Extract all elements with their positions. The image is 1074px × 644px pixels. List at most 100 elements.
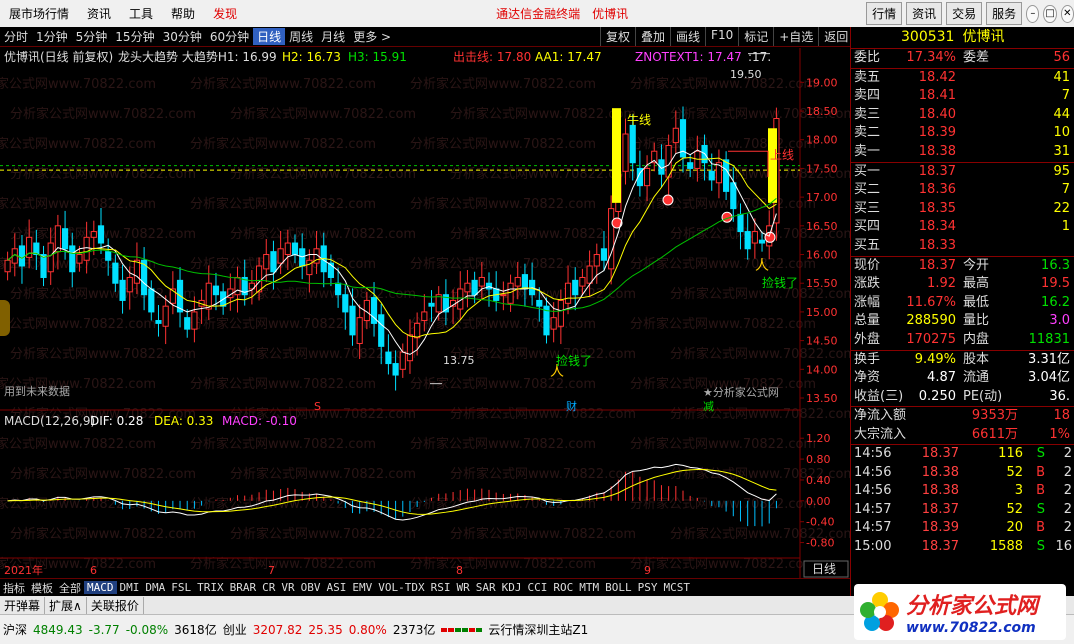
indicator-tab[interactable]: PSY [635, 581, 661, 594]
f10-button[interactable]: F10 [705, 27, 738, 46]
indicator-tab[interactable]: KDJ [499, 581, 525, 594]
candle-body [737, 213, 744, 233]
cy-index-label[interactable]: 创业 [220, 621, 250, 638]
indicator-tab[interactable]: OBV [298, 581, 324, 594]
news-button[interactable]: 资讯 [906, 2, 943, 25]
close-icon[interactable]: ✕ [1060, 4, 1074, 23]
indicator-tab[interactable]: 全部 [56, 580, 84, 596]
side-panel-toggle[interactable] [0, 300, 10, 336]
indicator-tab[interactable]: WR [453, 581, 472, 594]
add-favorite-button[interactable]: +自选 [773, 27, 818, 46]
watermark-text: 分析家公式网www.70822.com [630, 436, 816, 452]
ask-row[interactable]: 卖一 18.38 31 [851, 143, 1074, 162]
menu-item-tools[interactable]: 工具 [120, 5, 162, 22]
minimize-icon[interactable]: – [1026, 4, 1040, 23]
overlay-button[interactable]: 叠加 [635, 27, 670, 46]
indicator-tab[interactable]: SAR [473, 581, 499, 594]
period-monthly[interactable]: 月线 [317, 28, 349, 45]
ask-label: 卖二 [854, 125, 881, 141]
bid-volume: 7 [1061, 182, 1070, 198]
indicator-tab[interactable]: DMI [117, 581, 143, 594]
period-more[interactable]: 更多 > [349, 28, 395, 45]
stat-value-2: 3.0 [1049, 313, 1070, 329]
ask-row[interactable]: 卖五 18.42 41 [851, 69, 1074, 88]
indicator-tab[interactable]: 指标 [0, 580, 28, 596]
danmaku-button[interactable]: 开弹幕 [0, 596, 46, 614]
indicator-tab[interactable]: ASI [324, 581, 350, 594]
indicator-tab[interactable]: EMV [349, 581, 375, 594]
mark-button[interactable]: 标记 [738, 27, 773, 46]
tick-extra: 2 [1063, 446, 1072, 462]
indicator-tab[interactable]: DMA [142, 581, 168, 594]
stat-label-2: 内盘 [963, 331, 990, 347]
indicator-tab[interactable]: MTM [576, 581, 602, 594]
bid-row[interactable]: 买五 18.33 [851, 237, 1074, 256]
indicator-tab[interactable]: TRIX [194, 581, 227, 594]
bid-row[interactable]: 买二 18.36 7 [851, 181, 1074, 200]
watermark-text: 分析家公式网www.70822.com [230, 466, 416, 482]
indicator-tab[interactable]: 模板 [28, 580, 56, 596]
bid-row[interactable]: 买一 18.37 95 [851, 163, 1074, 182]
candle-body [392, 363, 399, 376]
server-status[interactable]: 云行情深圳主站Z1 [485, 621, 591, 638]
event-mark-reduce[interactable]: 减 [703, 400, 714, 413]
indicator-tab[interactable]: MACD [84, 581, 117, 594]
sh-index-label[interactable]: 沪深 [0, 621, 30, 638]
indicator-tab[interactable]: CR [259, 581, 278, 594]
indicator-tab[interactable]: FSL [168, 581, 194, 594]
indicator-tab[interactable]: BOLL [602, 581, 635, 594]
quote-button[interactable]: 行情 [866, 2, 903, 25]
trade-button[interactable]: 交易 [946, 2, 983, 25]
price-tick-label: 16.00 [806, 249, 838, 262]
indicator-tab[interactable]: CCI [524, 581, 550, 594]
draw-button[interactable]: 画线 [670, 27, 705, 46]
price-tick-label: 13.50 [806, 392, 838, 405]
period-weekly[interactable]: 周线 [285, 28, 317, 45]
stat-row: 换手 9.49% 股本 3.31亿 [851, 351, 1074, 370]
bid-row[interactable]: 买四 18.34 1 [851, 218, 1074, 237]
indicator-tab[interactable]: VOL-TDX [375, 581, 427, 594]
adjust-button[interactable]: 复权 [600, 27, 635, 46]
period-daily[interactable]: 日线 [253, 28, 286, 45]
candle-body [162, 305, 169, 327]
tick-time: 15:00 [854, 538, 892, 554]
bid-row[interactable]: 买三 18.35 22 [851, 200, 1074, 219]
indicator-tab[interactable]: ROC [550, 581, 576, 594]
tick-volume: 116 [998, 446, 1023, 462]
menu-item-help[interactable]: 帮助 [162, 5, 204, 22]
watermark-text: 分析家公式网www.70822.com [630, 76, 816, 92]
indicator-tab[interactable]: MCST [660, 581, 693, 594]
ask-row[interactable]: 卖四 18.41 7 [851, 87, 1074, 106]
period-timeshare[interactable]: 分时 [0, 28, 32, 45]
menu-item-news[interactable]: 资讯 [78, 5, 120, 22]
menu-item-discover[interactable]: 发现 [204, 5, 246, 22]
service-button[interactable]: 服务 [986, 2, 1023, 25]
maximize-icon[interactable]: □ [1043, 4, 1057, 23]
period-1min[interactable]: 1分钟 [32, 28, 72, 45]
ask-row[interactable]: 卖二 18.39 10 [851, 124, 1074, 143]
period-30min[interactable]: 30分钟 [159, 28, 206, 45]
stat-row: 总量 288590 量比 3.0 [851, 312, 1074, 331]
watermark-text: 分析家公式网www.70822.com [450, 346, 636, 362]
watermark-text: 分析家公式网www.70822.com [10, 166, 196, 182]
xaxis-month-7: 7 [268, 564, 275, 577]
expand-button[interactable]: 扩展∧ [45, 596, 87, 614]
indicator-tab[interactable]: BRAR [227, 581, 260, 594]
tick-side: S [1036, 501, 1045, 517]
indicator-tab[interactable]: RSI [428, 581, 454, 594]
period-15min[interactable]: 15分钟 [111, 28, 158, 45]
candle-body [342, 294, 349, 313]
event-mark-s[interactable]: S [314, 400, 321, 413]
event-mark-finance[interactable]: 财 [566, 399, 577, 413]
quote-panel: 300531 优博讯 委比 17.34% 委差 56 卖五 18.42 41 卖四 18… [850, 27, 1074, 605]
back-button[interactable]: 返回 [818, 27, 853, 46]
period-5min[interactable]: 5分钟 [72, 28, 112, 45]
period-60min[interactable]: 60分钟 [206, 28, 253, 45]
bid-volume: 1 [1061, 219, 1070, 235]
indicator-tabbar: 指标 模板 全部 MACD DMI DMA FSL TRIX BRAR CR VR OBV ASI EMV… [0, 578, 850, 596]
indicator-tab[interactable]: VR [278, 581, 297, 594]
ask-row[interactable]: 卖三 18.40 44 [851, 106, 1074, 125]
kline-chart[interactable]: 分析家公式网www.70822.com 分析家公式网www.70822.com 分析… [0, 48, 850, 578]
menu-item-market[interactable]: 展市场行情 [0, 5, 78, 22]
related-quote-button[interactable]: 关联报价 [87, 596, 144, 614]
